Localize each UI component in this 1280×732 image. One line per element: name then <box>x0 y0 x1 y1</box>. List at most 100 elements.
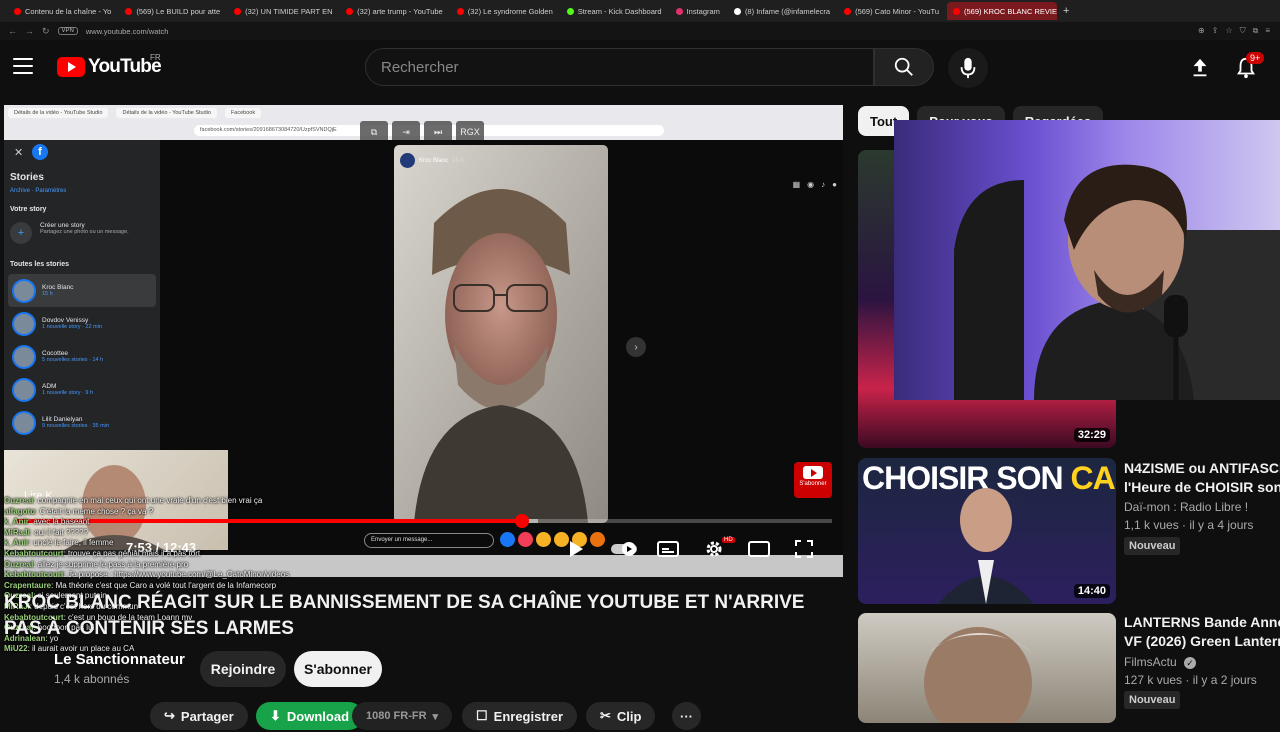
video-title: KROC BLANC RÉAGIT SUR LE BANNISSEMENT DE… <box>4 592 805 639</box>
avatar <box>12 311 36 336</box>
chat-message: Kebabtoutcourt: Je propose : https://www… <box>4 570 290 580</box>
new-tab-icon[interactable]: + <box>1063 5 1069 17</box>
next-story-icon[interactable]: › <box>626 337 646 357</box>
create-story-label: Créer une story <box>40 222 85 229</box>
recommendation-title[interactable]: LANTERNS Bande Annonce <box>1124 613 1280 632</box>
subscriber-count: 1,4 k abonnés <box>54 672 130 686</box>
tab-favicon-icon <box>346 7 354 15</box>
avatar <box>12 344 36 369</box>
fullscreen-icon <box>795 540 813 558</box>
tab-label: (32) arte trump - YouTube <box>357 6 443 16</box>
share-icon[interactable]: ⇪ <box>1212 26 1219 36</box>
region-label: FR <box>150 53 161 62</box>
join-button[interactable]: Rejoindre <box>200 651 286 687</box>
bookmark-icon[interactable]: ☆ <box>1225 26 1232 36</box>
youtube-logo[interactable]: YouTube FR <box>57 53 162 78</box>
tab-label: (8) Infame (@infamelecra <box>744 6 831 16</box>
recommendation-channel[interactable]: FilmsActu ✓ <box>1124 654 1197 671</box>
story-name: ADM <box>42 383 57 390</box>
vpn-badge[interactable]: VPN <box>57 27 78 35</box>
upload-button[interactable] <box>1186 54 1214 82</box>
browser-tab[interactable]: (32) UN TIMIDE PART EN <box>228 2 338 20</box>
tab-label: (32) Le syndrome Golden <box>467 6 553 16</box>
browser-tab[interactable]: (8) Infame (@infamelecra <box>728 2 836 20</box>
search-input[interactable]: Rechercher <box>365 48 874 86</box>
story-sub: 1 nouvelle story · 9 h <box>42 390 94 396</box>
browser-tab[interactable]: Contenu de la chaîne - Yo <box>8 2 117 20</box>
story-list: Kroc Blanc 15 h Dovdov Venissy 1 nouvelle s… <box>8 274 156 439</box>
create-story-sub: Partagez une photo ou un message. <box>40 229 129 235</box>
tab-label: (569) Cato Minor - YouTu <box>855 6 940 16</box>
extensions-icon[interactable]: ⧉ <box>1253 26 1259 36</box>
zoom-icon[interactable]: ⊕ <box>1198 26 1205 36</box>
download-button[interactable]: ⬇ Download <box>256 702 364 730</box>
fullscreen-button[interactable] <box>790 537 818 561</box>
verified-icon: ✓ <box>1184 657 1197 669</box>
chat-text: compagnie en mai ceux qui ont une vraie … <box>37 496 263 505</box>
share-button[interactable]: ↪ Partager <box>150 702 248 730</box>
reload-icon[interactable]: ↻ <box>42 26 50 37</box>
fb-top-icons: ▦ ◉ ♪ ● <box>793 180 837 189</box>
browser-tab[interactable]: (32) arte trump - YouTube <box>340 2 449 20</box>
menu-hamburger-icon[interactable] <box>13 58 33 74</box>
recommendation-title-line2[interactable]: l'Heure de CHOISIR son CAMP <box>1124 478 1280 497</box>
chat-text: Je propose : https://www.youtube.com/@Le… <box>68 570 290 580</box>
chat-user: Crapentaure <box>4 580 52 590</box>
url-field[interactable]: www.youtube.com/watch <box>86 27 169 36</box>
recommendation-channel[interactable]: Daï-mon : Radio Libre ! <box>1124 499 1248 516</box>
save-label: Enregistrer <box>493 708 564 724</box>
captured-tab: Détails de la vidéo - YouTube Studio <box>8 108 109 118</box>
recommendation-thumbnail[interactable]: CHOISIR SON CAMP 14:40 <box>858 458 1116 604</box>
autoplay-toggle[interactable] <box>610 537 638 561</box>
story-sub: 1 nouvelle story · 22 min <box>42 324 102 330</box>
back-icon[interactable]: ← <box>8 26 17 36</box>
recommendation-title-line2[interactable]: VF (2026) Green Lantern, DC <box>1124 632 1280 651</box>
tab-favicon-icon <box>566 7 574 15</box>
story-name: Lilit Danielyan <box>42 416 83 423</box>
shield-icon[interactable]: ⛉ <box>1240 26 1246 36</box>
tab-favicon-icon <box>456 7 464 15</box>
chat-message: k_Anir: unclé la faire, il femme <box>4 538 114 548</box>
browser-tab[interactable]: (569) KROC BLANC REVIE <box>947 2 1058 20</box>
save-button[interactable]: ☐ Enregistrer <box>462 702 578 730</box>
more-actions-button[interactable]: ··· <box>672 702 701 730</box>
avatar <box>400 153 415 168</box>
play-icon <box>570 541 583 557</box>
browser-tab[interactable]: (32) Le syndrome Golden <box>451 2 559 20</box>
subscribe-button[interactable]: S'abonner <box>294 651 382 687</box>
browser-tab[interactable]: (569) Cato Minor - YouTu <box>838 2 945 20</box>
browser-tab[interactable]: Instagram <box>670 2 726 20</box>
recommendation-title[interactable]: N4ZISME ou ANTIFASCISME : <box>1124 459 1280 478</box>
new-badge: Nouveau <box>1124 537 1181 555</box>
tab-favicon-icon <box>953 7 961 15</box>
chat-text: Ma théorie c'est que Caro a volé tout l'… <box>55 580 277 590</box>
browser-tabbar: Contenu de la chaîne - Yo (569) Le BUILD … <box>0 0 1280 22</box>
tab-label: Contenu de la chaîne - Yo <box>25 6 112 16</box>
recommendation-thumbnail[interactable] <box>858 613 1116 723</box>
forward-icon[interactable]: → <box>25 26 34 36</box>
subscribe-watermark[interactable]: S'abonner <box>794 462 832 498</box>
voice-search-button[interactable] <box>948 48 988 88</box>
theater-button[interactable] <box>745 537 773 561</box>
avatar <box>12 278 36 303</box>
search-button[interactable] <box>874 48 934 86</box>
menu-icon[interactable]: ≡ <box>1265 26 1270 36</box>
chat-user: alfagoto <box>4 506 36 516</box>
story-name: Cocottee <box>42 350 69 357</box>
duration-badge: 14:40 <box>1073 584 1110 598</box>
channel-name[interactable]: Le Sanctionnateur <box>54 651 185 668</box>
play-button[interactable] <box>562 537 590 561</box>
new-badge: Nouveau <box>1124 691 1181 709</box>
duration-badge: 32:29 <box>1073 428 1110 442</box>
clip-button[interactable]: ✂ Clip <box>586 702 656 730</box>
story-name: Dovdov Venissy <box>42 317 89 324</box>
story-sub: 9 nouvelles stories · 35 min <box>42 423 109 429</box>
chat-user: MiU22 <box>4 644 28 654</box>
browser-tab[interactable]: Stream - Kick Dashboard <box>561 2 668 20</box>
download-quality-select[interactable]: 1080 FR-FR ▾ <box>352 702 453 730</box>
tab-label: (32) UN TIMIDE PART EN <box>245 6 333 16</box>
browser-tab[interactable]: (569) Le BUILD pour atte <box>119 2 226 20</box>
recommendation-meta: 127 k vues · il y a 2 jours <box>1124 673 1257 687</box>
subtitles-button[interactable] <box>654 537 682 561</box>
scrubber-handle[interactable] <box>514 514 529 528</box>
